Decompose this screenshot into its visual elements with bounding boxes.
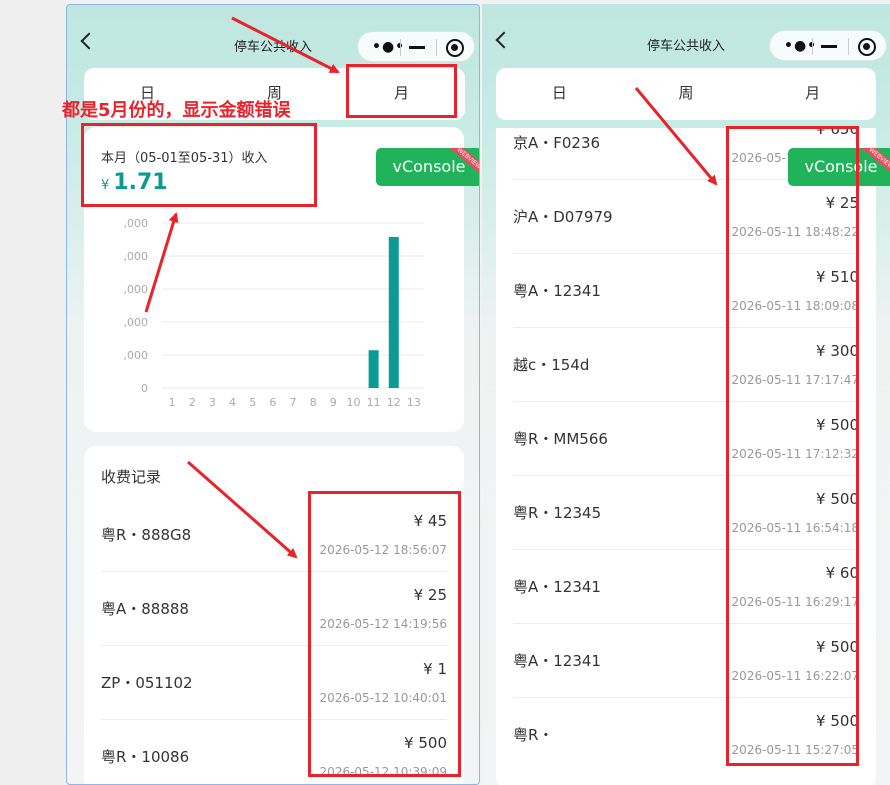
annotation-arrows: [144, 16, 718, 559]
arrow-to-right-records: [634, 87, 718, 186]
arrow-to-income: [144, 212, 179, 313]
screenshot-stage: 停车公共收入 •●• 日 周 月 本月（05-01至05-31）收入 ¥1.71…: [0, 0, 890, 785]
arrow-to-month-tab: [231, 16, 340, 74]
arrow-to-left-records: [187, 460, 298, 559]
